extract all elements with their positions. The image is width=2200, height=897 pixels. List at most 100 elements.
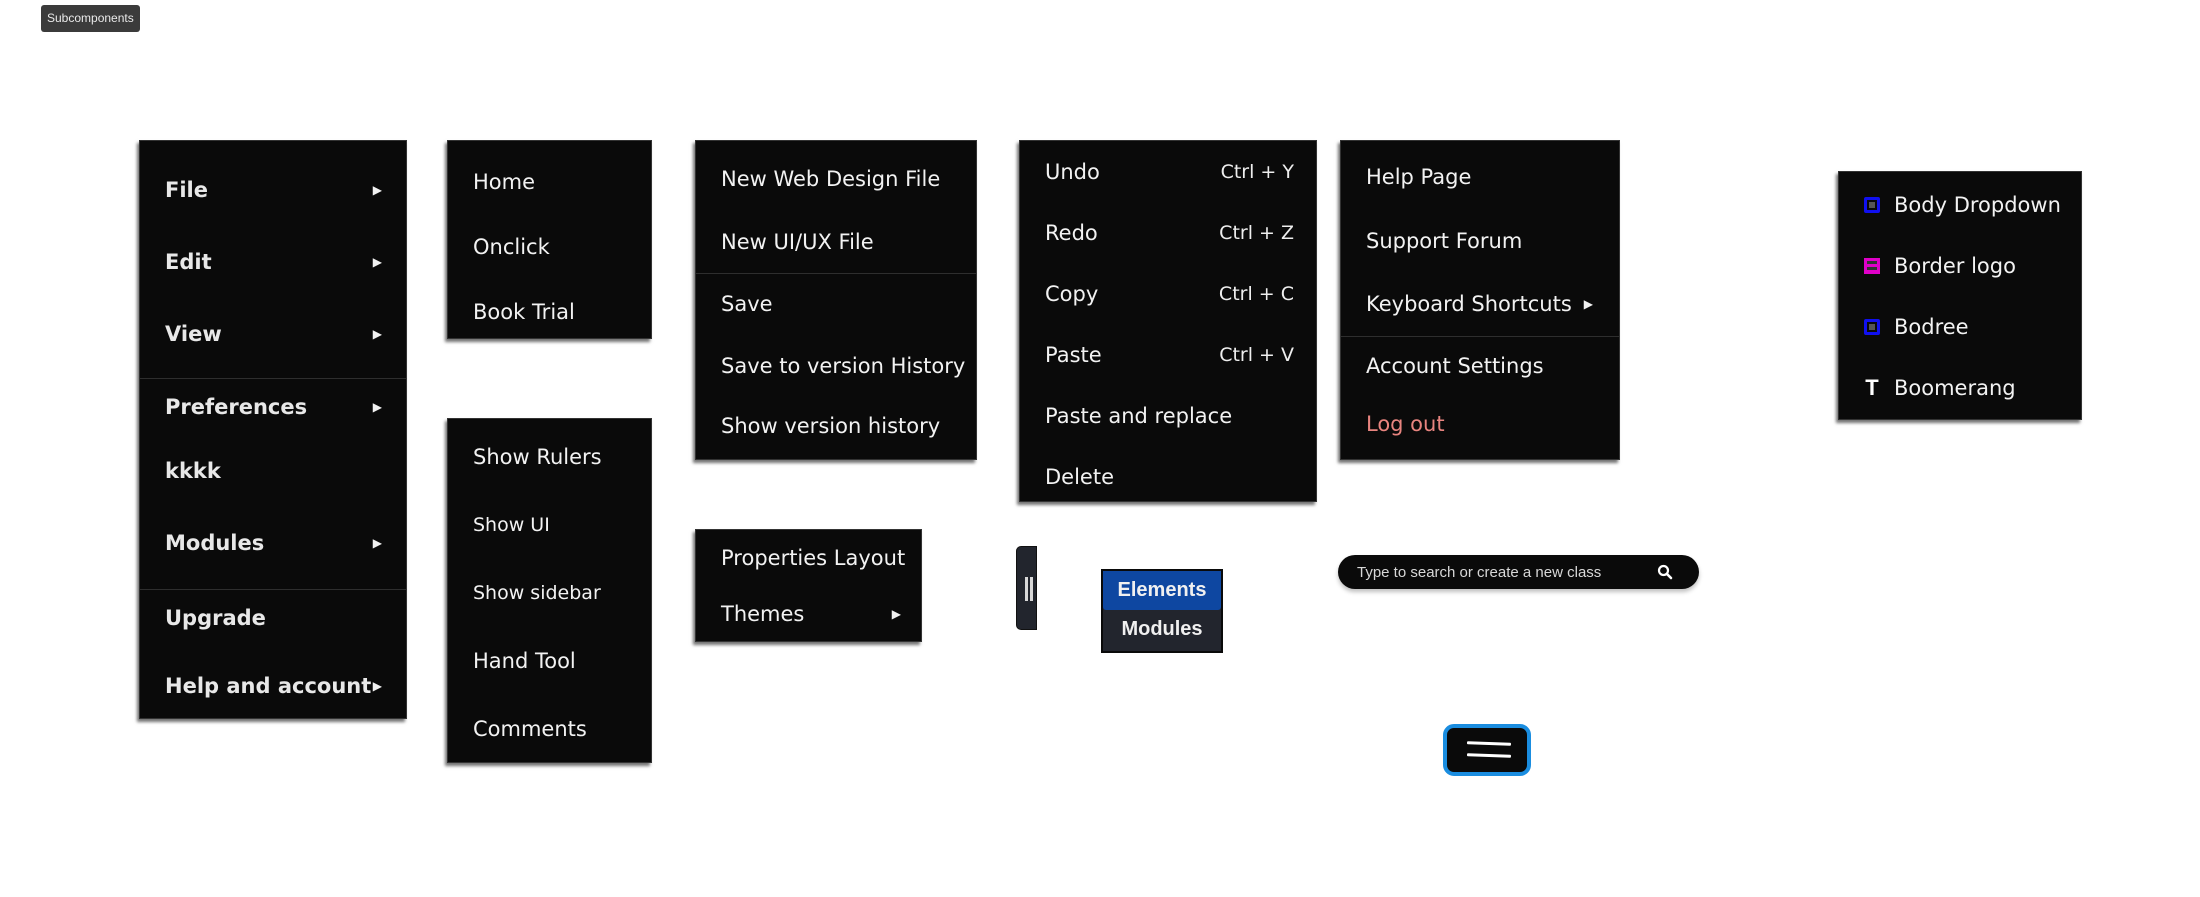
class-search-bar xyxy=(1338,555,1699,589)
view-menu-item-show-sidebar[interactable]: Show sidebar xyxy=(448,559,651,627)
div-block-icon xyxy=(1864,318,1880,335)
shortcut-label: Ctrl + Z xyxy=(1219,221,1294,244)
menu-line-icon xyxy=(1466,741,1512,746)
file-menu-item-save[interactable]: Save xyxy=(696,274,976,334)
menu-item-label: Preferences xyxy=(165,395,308,419)
submenu-arrow-icon: ▶ xyxy=(891,607,901,621)
panel-tabs: Elements Modules xyxy=(1101,569,1223,653)
menu-item-label: New Web Design File xyxy=(721,166,941,191)
main-menu-item-modules[interactable]: Modules ▶ xyxy=(140,507,406,579)
submenu-arrow-icon: ▶ xyxy=(372,400,382,414)
menu-item-label: Account Settings xyxy=(1366,354,1544,378)
view-menu-item-show-rulers[interactable]: Show Rulers xyxy=(448,423,651,491)
component-item-bodree[interactable]: Bodree xyxy=(1839,296,2081,357)
menu-item-label: Log out xyxy=(1366,412,1445,436)
menu-item-label: Save xyxy=(721,292,773,316)
view-menu-item-hand-tool[interactable]: Hand Tool xyxy=(448,627,651,695)
file-menu-item-new-uiux[interactable]: New UI/UX File xyxy=(696,210,976,273)
menu-item-label: Boomerang xyxy=(1894,375,2016,400)
menu-item-label: Properties Layout xyxy=(721,546,906,570)
menu-item-label: Paste xyxy=(1045,342,1102,367)
menu-line-icon xyxy=(1466,753,1512,758)
help-menu-item-account-settings[interactable]: Account Settings xyxy=(1341,337,1619,395)
menu-item-label: Help Page xyxy=(1366,165,1472,189)
component-item-border-logo[interactable]: Border logo xyxy=(1839,235,2081,296)
view-menu: Show Rulers Show UI Show sidebar Hand To… xyxy=(447,418,652,763)
menu-item-label: Home xyxy=(473,170,536,194)
menu-item-label: Show UI xyxy=(473,514,550,536)
help-menu-item-help-page[interactable]: Help Page xyxy=(1341,145,1619,209)
menu-item-label: File xyxy=(165,177,208,202)
edit-menu-item-undo[interactable]: Undo Ctrl + Y xyxy=(1020,142,1316,202)
menu-item-label: Upgrade xyxy=(165,606,266,630)
edit-menu-item-copy[interactable]: Copy Ctrl + C xyxy=(1020,263,1316,324)
view-menu-item-comments[interactable]: Comments xyxy=(448,695,651,763)
menu-item-label: Onclick xyxy=(473,235,550,259)
file-menu-item-save-to-version-history[interactable]: Save to version History xyxy=(696,334,976,398)
components-menu: Body Dropdown Border logo Bodree T Boomer… xyxy=(1838,171,2082,420)
help-menu-item-support-forum[interactable]: Support Forum xyxy=(1341,209,1619,272)
help-menu-item-keyboard-shortcuts[interactable]: Keyboard Shortcuts ▶ xyxy=(1341,272,1619,336)
menu-item-label: Save to version History xyxy=(721,354,966,378)
menu-item-label: Paste and replace xyxy=(1045,403,1233,428)
edit-menu-item-redo[interactable]: Redo Ctrl + Z xyxy=(1020,202,1316,263)
view-menu-item-show-ui[interactable]: Show UI xyxy=(448,491,651,559)
submenu-arrow-icon: ▶ xyxy=(372,182,382,197)
edit-menu-item-delete[interactable]: Delete xyxy=(1020,446,1316,507)
submenu-arrow-icon: ▶ xyxy=(372,327,382,341)
main-menu-item-preferences[interactable]: Preferences ▶ xyxy=(140,379,406,435)
main-menu-item-upgrade[interactable]: Upgrade xyxy=(140,590,406,646)
file-menu-item-new-web-design[interactable]: New Web Design File xyxy=(696,147,976,210)
menu-item-label: Themes xyxy=(721,602,805,626)
file-menu-item-show-version-history[interactable]: Show version history xyxy=(696,398,976,454)
preferences-menu-item-themes[interactable]: Themes ▶ xyxy=(696,586,921,642)
component-item-boomerang[interactable]: T Boomerang xyxy=(1839,357,2081,418)
search-icon[interactable] xyxy=(1657,564,1673,580)
menu-item-label: Bodree xyxy=(1894,314,1969,339)
tab-modules[interactable]: Modules xyxy=(1103,610,1221,649)
nav-menu-item-onclick[interactable]: Onclick xyxy=(448,215,651,279)
submenu-arrow-icon: ▶ xyxy=(1583,297,1593,311)
edit-menu-item-paste[interactable]: Paste Ctrl + V xyxy=(1020,324,1316,385)
shortcut-label: Ctrl + C xyxy=(1218,282,1294,305)
edit-menu-item-paste-and-replace[interactable]: Paste and replace xyxy=(1020,385,1316,446)
menu-item-label: Comments xyxy=(473,717,587,741)
class-search-input[interactable] xyxy=(1357,563,1647,581)
grip-line-icon xyxy=(1030,577,1033,601)
grip-line-icon xyxy=(1025,577,1028,601)
menu-item-label: Body Dropdown xyxy=(1894,192,2061,217)
section-icon xyxy=(1864,257,1880,274)
nav-menu-item-home[interactable]: Home xyxy=(448,149,651,215)
help-menu: Help Page Support Forum Keyboard Shortcu… xyxy=(1340,140,1620,460)
menu-item-label: Book Trial xyxy=(473,300,575,324)
panel-drag-handle[interactable] xyxy=(1016,546,1037,630)
edit-menu: Undo Ctrl + Y Redo Ctrl + Z Copy Ctrl + C P… xyxy=(1019,140,1317,502)
menu-item-label: View xyxy=(165,322,222,346)
menu-item-label: Help and account xyxy=(165,674,372,698)
main-menu-item-help-and-account[interactable]: Help and account ▶ xyxy=(140,646,406,726)
component-item-body-dropdown[interactable]: Body Dropdown xyxy=(1839,174,2081,235)
help-menu-item-log-out[interactable]: Log out xyxy=(1341,395,1619,453)
tab-elements[interactable]: Elements xyxy=(1103,571,1221,610)
menu-item-label: Modules xyxy=(165,531,265,555)
menu-item-label: Support Forum xyxy=(1366,228,1523,253)
menu-item-label: Show sidebar xyxy=(473,582,601,604)
menu-item-label: Show version history xyxy=(721,414,941,438)
main-menu-item-edit[interactable]: Edit ▶ xyxy=(140,226,406,298)
main-menu-item-view[interactable]: View ▶ xyxy=(140,298,406,370)
nav-menu-item-book-trial[interactable]: Book Trial xyxy=(448,279,651,345)
menu-item-label: Show Rulers xyxy=(473,445,602,469)
menu-item-label: Delete xyxy=(1045,464,1114,489)
subcomponents-tag: Subcomponents xyxy=(41,5,140,32)
main-menu-item-kkkk[interactable]: kkkk xyxy=(140,435,406,507)
hamburger-menu-button[interactable] xyxy=(1443,724,1531,776)
main-menu-item-file[interactable]: File ▶ xyxy=(140,153,406,226)
submenu-arrow-icon: ▶ xyxy=(372,679,382,693)
preferences-menu: Properties Layout Themes ▶ xyxy=(695,529,922,642)
file-menu: New Web Design File New UI/UX File Save … xyxy=(695,140,977,460)
menu-item-label: Hand Tool xyxy=(473,649,576,673)
submenu-arrow-icon: ▶ xyxy=(372,255,382,269)
menu-item-label: Redo xyxy=(1045,220,1098,245)
preferences-menu-item-properties-layout[interactable]: Properties Layout xyxy=(696,530,921,586)
div-block-icon xyxy=(1864,196,1880,213)
